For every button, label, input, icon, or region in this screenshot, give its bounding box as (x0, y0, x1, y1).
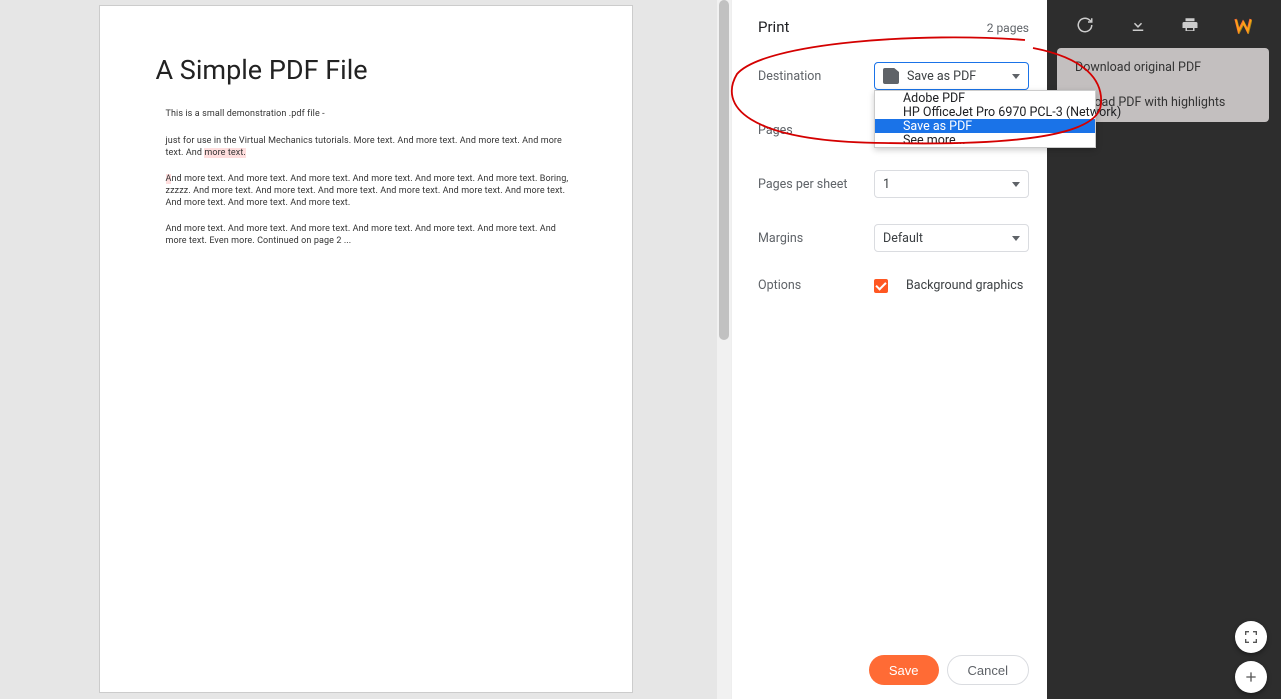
options-label: Options (758, 278, 874, 293)
chevron-down-icon (1012, 236, 1020, 241)
destination-option-adobe[interactable]: Adobe PDF (875, 91, 1095, 105)
destination-option-hp[interactable]: HP OfficeJet Pro 6970 PCL-3 (Network) (875, 105, 1095, 119)
document-paragraph: And more text. And more text. And more t… (166, 173, 574, 209)
viewer-toolbar (1047, 0, 1281, 50)
print-dialog: A Simple PDF File This is a small demons… (0, 0, 1047, 699)
refresh-icon[interactable] (1076, 16, 1094, 34)
scrollbar-thumb[interactable] (719, 0, 729, 340)
print-icon[interactable] (1181, 16, 1199, 34)
pages-per-sheet-row: Pages per sheet 1 (758, 170, 1029, 198)
print-title: Print (758, 18, 789, 36)
save-button[interactable]: Save (869, 655, 939, 685)
page-count: 2 pages (987, 21, 1029, 35)
pages-per-sheet-dropdown[interactable]: 1 (874, 170, 1029, 198)
sidebar-header: Print 2 pages (758, 18, 1029, 36)
cancel-button[interactable]: Cancel (947, 655, 1029, 685)
destination-row: Destination Save as PDF Adobe PDF HP Off… (758, 62, 1029, 90)
destination-option-save-as-pdf[interactable]: Save as PDF (875, 119, 1095, 133)
pages-per-sheet-label: Pages per sheet (758, 177, 874, 192)
pages-label: Pages (758, 123, 874, 138)
pages-per-sheet-value: 1 (883, 177, 890, 192)
margins-row: Margins Default (758, 224, 1029, 252)
destination-label: Destination (758, 69, 874, 84)
destination-dropdown[interactable]: Save as PDF Adobe PDF HP OfficeJet Pro 6… (874, 62, 1029, 90)
pdf-icon (883, 68, 899, 84)
margins-value: Default (883, 231, 923, 246)
destination-menu: Adobe PDF HP OfficeJet Pro 6970 PCL-3 (N… (874, 90, 1096, 148)
background-graphics-option[interactable]: Background graphics (874, 278, 1023, 293)
preview-page: A Simple PDF File This is a small demons… (99, 5, 633, 693)
destination-selected: Save as PDF (907, 69, 976, 84)
destination-option-see-more[interactable]: See more... (875, 133, 1095, 147)
margins-label: Margins (758, 231, 874, 246)
options-row: Options Background graphics (758, 278, 1029, 293)
document-title: A Simple PDF File (156, 52, 574, 88)
download-icon[interactable] (1129, 16, 1147, 34)
chevron-down-icon (1012, 182, 1020, 187)
preview-scrollbar[interactable] (717, 0, 731, 699)
app-logo-icon[interactable] (1234, 16, 1252, 34)
add-button[interactable] (1235, 661, 1267, 693)
fullscreen-button[interactable] (1235, 621, 1267, 653)
button-row: Save Cancel (758, 655, 1029, 685)
tooltip-line[interactable]: Download original PDF (1075, 60, 1251, 75)
chevron-down-icon (1012, 74, 1020, 79)
background-graphics-label: Background graphics (906, 278, 1023, 293)
checkbox-checked-icon[interactable] (874, 279, 888, 293)
document-paragraph: And more text. And more text. And more t… (166, 223, 574, 247)
highlighted-text: more text. (204, 148, 246, 158)
print-preview-area: A Simple PDF File This is a small demons… (0, 0, 731, 699)
margins-dropdown[interactable]: Default (874, 224, 1029, 252)
document-paragraph: just for use in the Virtual Mechanics tu… (166, 135, 574, 159)
print-settings-sidebar: Print 2 pages Destination Save as PDF Ad… (731, 0, 1047, 699)
document-paragraph: This is a small demonstration .pdf file … (166, 108, 574, 120)
